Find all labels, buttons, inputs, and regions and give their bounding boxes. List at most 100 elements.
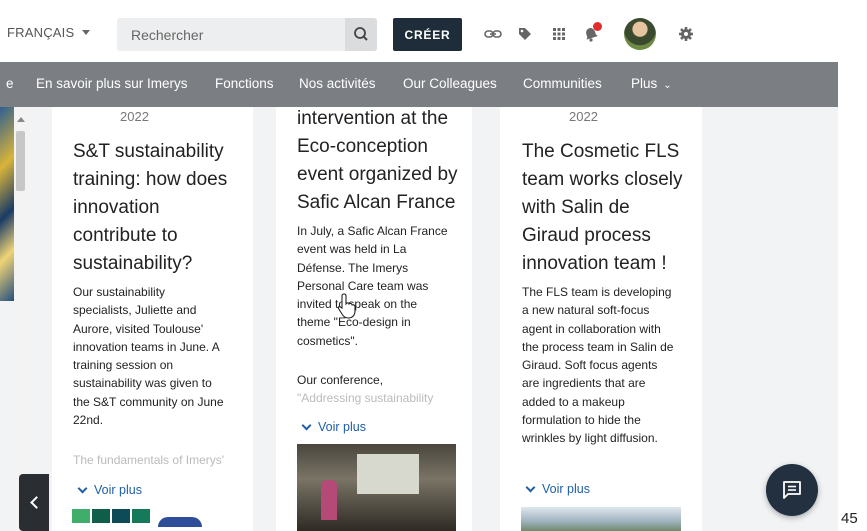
link-icon[interactable] [483, 24, 503, 44]
title-line: Giraud process [522, 225, 651, 246]
chevron-down-icon [82, 30, 91, 35]
avatar[interactable] [624, 18, 656, 50]
excerpt-line: the process team in Salin de [522, 339, 674, 354]
chat-button[interactable] [766, 464, 818, 516]
title-line: training: how does [73, 169, 228, 190]
read-more-link[interactable]: Voir plus [525, 482, 590, 496]
side-image [0, 107, 14, 301]
chat-icon [783, 481, 801, 499]
excerpt-line: specialists, Juliette and [73, 303, 197, 318]
projection-screen [357, 454, 419, 494]
excerpt-line: theme "Eco-design in [297, 315, 411, 330]
gear-icon[interactable] [676, 24, 696, 44]
excerpt-line: wrinkles by light diffusion. [522, 431, 658, 446]
card-title[interactable]: The Cosmetic FLS team works closely with… [522, 138, 683, 278]
nav-item-home[interactable]: e [6, 76, 14, 91]
read-more-label: Voir plus [318, 420, 366, 434]
right-margin [838, 0, 867, 531]
chevron-down-icon [301, 420, 312, 430]
excerpt-line: the S&T community on June [73, 394, 224, 409]
excerpt-line: Personal Care team was [297, 278, 429, 293]
search-icon [354, 27, 368, 41]
card-year: 2022 [569, 109, 598, 124]
scrollbar-thumb[interactable] [16, 131, 25, 191]
excerpt-line: Giraud. Soft focus agents [522, 358, 658, 373]
nav-item-about-imerys[interactable]: En savoir plus sur Imerys [36, 76, 188, 91]
chevron-down-icon [525, 482, 536, 492]
tag-icon[interactable] [515, 24, 535, 44]
main-navigation: e En savoir plus sur Imerys Fonctions No… [0, 62, 838, 107]
excerpt-line: added to a makeup [522, 394, 625, 409]
excerpt-line: training session on [73, 358, 174, 373]
title-line: sustainability? [73, 253, 193, 274]
landscape-photo [521, 507, 681, 531]
language-selector[interactable]: FRANÇAIS [7, 25, 91, 40]
scroll-up-icon[interactable] [17, 117, 25, 122]
hand-cursor-icon [337, 293, 356, 319]
excerpt-line: invited to speak on the [297, 297, 418, 312]
title-line: team works closely [522, 169, 683, 190]
speaker [321, 480, 337, 520]
top-bar: FRANÇAIS CRÉER [0, 0, 838, 62]
excerpt-line: Our sustainability [73, 285, 166, 299]
card-excerpt: The FLS team is developing a new natural… [522, 283, 673, 448]
search-button[interactable] [345, 18, 377, 51]
search-box [117, 18, 377, 51]
title-line: Eco-conception [297, 136, 428, 157]
title-line: contribute to [73, 225, 178, 246]
search-input[interactable] [117, 18, 345, 51]
nav-more-label: Plus [631, 76, 658, 91]
nav-item-communities[interactable]: Communities [523, 76, 602, 91]
back-button[interactable] [19, 474, 49, 531]
excerpt-line: Our conference, [297, 373, 384, 387]
title-line: S&T sustainability [73, 141, 224, 162]
apps-grid-icon[interactable] [549, 24, 569, 44]
title-line: innovation team ! [522, 253, 667, 274]
faded-excerpt: The fundamentals of Imerys' [73, 453, 225, 467]
card-excerpt: Our sustainability specialists, Juliette… [73, 283, 224, 429]
title-line: with Salin de [522, 197, 630, 218]
news-feed: 2022 S&T sustainability training: how do… [0, 107, 838, 531]
event-photo [297, 444, 456, 531]
excerpt-line: 22nd. [73, 413, 104, 428]
excerpt-line: The FLS team is developing [522, 285, 672, 299]
excerpt-line: Défense. The Imerys [297, 260, 409, 275]
card-excerpt: In July, a Safic Alcan France event was … [297, 222, 448, 350]
nav-item-more[interactable]: Plus ⌄ [631, 76, 672, 91]
excerpt-line: event was held in La [297, 242, 407, 257]
scrollbar[interactable] [14, 107, 28, 531]
excerpt-line: cosmetics". [297, 333, 358, 348]
read-more-label: Voir plus [94, 483, 142, 497]
card-title[interactable]: S&T sustainability training: how does in… [73, 138, 227, 278]
excerpt-line: sustainability was given to [73, 376, 212, 391]
title-line: intervention at the [297, 108, 449, 129]
card-title[interactable]: intervention at the Eco-conception event… [297, 107, 458, 217]
nav-item-activities[interactable]: Nos activités [299, 76, 376, 91]
faded-excerpt: "Addressing sustainability [297, 391, 434, 405]
chevron-down-icon: ⌄ [663, 80, 672, 91]
page-number: 45 [841, 510, 858, 527]
nav-item-colleagues[interactable]: Our Colleagues [403, 76, 497, 91]
language-label: FRANÇAIS [7, 25, 75, 40]
title-line: innovation [73, 197, 160, 218]
chevron-down-icon [77, 483, 88, 493]
excerpt-line: are ingredients that are [522, 376, 646, 391]
notification-badge [593, 22, 602, 31]
title-line: The Cosmetic FLS [522, 141, 680, 162]
news-card[interactable]: intervention at the Eco-conception event… [276, 107, 472, 531]
read-more-label: Voir plus [542, 482, 590, 496]
news-card[interactable]: 2022 S&T sustainability training: how do… [52, 107, 253, 531]
news-card[interactable]: 2022 The Cosmetic FLS team works closely… [500, 107, 702, 531]
title-line: event organized by [297, 164, 458, 185]
excerpt-line: agent in collaboration with [522, 321, 661, 336]
read-more-link[interactable]: Voir plus [301, 420, 366, 434]
excerpt-line: formulation to hide the [522, 413, 641, 428]
nav-item-fonctions[interactable]: Fonctions [215, 76, 274, 91]
title-line: Safic Alcan France [297, 192, 456, 213]
create-button[interactable]: CRÉER [393, 18, 462, 51]
excerpt-line: innovation teams in June. A [73, 339, 220, 354]
excerpt-line: In July, a Safic Alcan France [297, 224, 448, 238]
read-more-link[interactable]: Voir plus [77, 483, 142, 497]
card-year: 2022 [120, 109, 149, 124]
excerpt-line: a new natural soft-focus [522, 303, 650, 318]
